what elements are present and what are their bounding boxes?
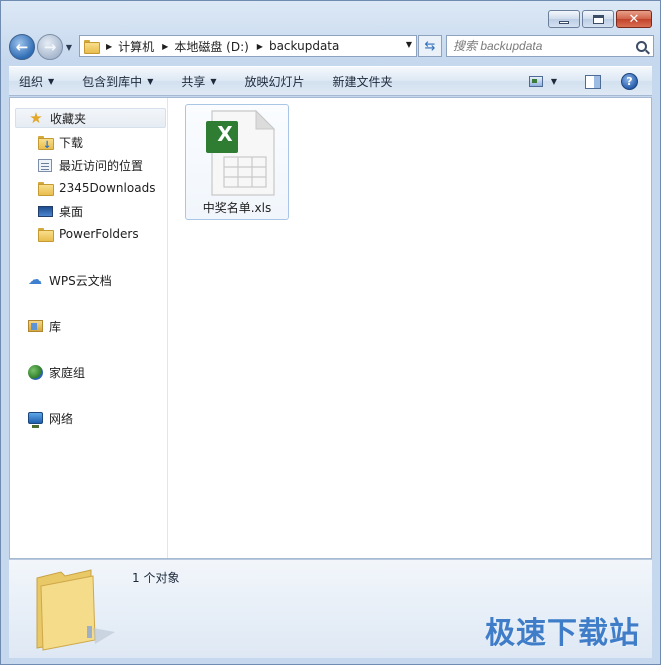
library-icon [27,318,43,334]
search-input[interactable] [453,39,636,53]
view-options-chevron-icon[interactable]: ▼ [551,77,557,86]
address-dropdown-icon[interactable]: ▼ [406,40,412,49]
sidebar-item-label: 2345Downloads [59,181,156,195]
breadcrumb-computer[interactable]: 计算机 [118,38,154,55]
desktop-icon [37,203,53,219]
close-button[interactable]: ✕ [616,10,652,28]
back-arrow-icon: ← [15,37,29,56]
change-view-icon[interactable] [528,76,543,87]
command-toolbar: 组织 ▼ 包含到库中 ▼ 共享 ▼ 放映幻灯片 新建文件夹 ▼ ? [9,66,652,96]
refresh-button[interactable]: ⇆ [418,35,442,57]
item-count: 1 个对象 [132,571,180,585]
large-folder-icon [36,569,115,651]
maximize-icon [592,14,604,24]
slideshow-button[interactable]: 放映幻灯片 [245,73,305,90]
back-button[interactable]: ← [9,34,35,60]
file-name: 中奖名单.xls [202,201,272,215]
new-folder-button[interactable]: 新建文件夹 [333,73,393,90]
cloud-icon: ☁ [28,272,42,288]
sidebar-item-label: WPS云文档 [49,273,112,288]
close-icon: ✕ [628,11,640,27]
sidebar-item-label: PowerFolders [59,227,139,241]
minimize-icon [559,20,569,24]
address-bar[interactable]: ▶ 计算机 ▶ 本地磁盘 (D:) ▶ backupdata ▼ [79,35,417,57]
maximize-button[interactable] [582,10,614,28]
details-pane: 1 个对象 极速下载站 [9,559,652,658]
download-folder-icon: ↓ [37,134,54,151]
folder-icon [37,180,54,196]
recent-places-icon [37,157,53,173]
watermark-text: 极速下载站 [485,616,640,651]
folder-icon [84,40,100,54]
chevron-down-icon: ▼ [147,76,154,86]
refresh-icon: ⇆ [424,38,436,54]
chevron-down-icon: ▼ [48,76,55,86]
share-menu[interactable]: 共享 ▼ [181,73,216,90]
sidebar-item-label: 收藏夹 [50,111,87,126]
sidebar-item-label: 下载 [59,135,84,150]
folder-icon [37,226,54,242]
sidebar-item-label: 家庭组 [49,365,86,380]
sidebar-item-label: 网络 [49,411,74,426]
recent-pages-dropdown[interactable]: ▼ [64,37,74,57]
star-icon: ★ [29,108,43,127]
organize-label: 组织 [19,74,44,89]
share-label: 共享 [181,74,206,89]
breadcrumb-separator-icon[interactable]: ▶ [106,42,112,51]
search-box[interactable] [446,35,654,57]
sidebar-item-2345downloads[interactable]: 2345Downloads [37,178,155,198]
network-icon [27,410,43,428]
breadcrumb-separator-icon[interactable]: ▶ [257,42,263,51]
breadcrumb-separator-icon[interactable]: ▶ [162,42,168,51]
toolbar-right-group: ▼ ? [528,73,638,90]
navigation-pane: ★ 收藏夹 ↓ 下载 最近访问的位置 2345Downloads 桌面 Powe… [10,98,168,558]
sidebar-item-wps-cloud[interactable]: ☁ WPS云文档 [27,270,112,290]
sidebar-item-homegroup[interactable]: 家庭组 [27,362,85,382]
forward-arrow-icon: → [43,37,57,56]
slideshow-label: 放映幻灯片 [244,74,305,89]
chevron-down-icon: ▼ [210,76,217,86]
window-caption-buttons: ✕ [548,10,652,28]
sidebar-item-label: 库 [49,319,62,334]
breadcrumb-local-disk[interactable]: 本地磁盘 (D:) [174,38,248,55]
sidebar-item-label: 桌面 [59,204,84,219]
sidebar-item-network[interactable]: 网络 [27,408,73,428]
navigation-bar: ← → ▼ ▶ 计算机 ▶ 本地磁盘 (D:) ▶ backupdata ▼ ⇆ [9,33,654,61]
organize-menu[interactable]: 组织 ▼ [19,73,54,90]
minimize-button[interactable] [548,10,580,28]
preview-pane-icon[interactable] [585,74,601,89]
include-in-library-label: 包含到库中 [82,74,143,89]
main-area: ★ 收藏夹 ↓ 下载 最近访问的位置 2345Downloads 桌面 Powe… [9,97,652,559]
sidebar-item-label: 最近访问的位置 [59,158,144,173]
sidebar-item-powerfolders[interactable]: PowerFolders [37,224,139,244]
sidebar-item-desktop[interactable]: 桌面 [37,201,83,221]
forward-button[interactable]: → [37,34,63,60]
explorer-window: ✕ ← → ▼ ▶ 计算机 ▶ 本地磁盘 (D:) ▶ backupdata ▼… [0,0,661,665]
homegroup-icon [27,364,43,380]
include-in-library-menu[interactable]: 包含到库中 ▼ [82,73,153,90]
new-folder-label: 新建文件夹 [332,74,393,89]
file-item[interactable]: X 中奖名单.xls [185,104,289,220]
search-icon[interactable] [636,40,647,52]
chevron-down-icon: ▼ [65,42,73,52]
excel-badge: X [217,122,233,146]
sidebar-item-downloads[interactable]: ↓ 下载 [37,132,83,152]
sidebar-item-favorites[interactable]: ★ 收藏夹 [15,108,166,128]
breadcrumb-backupdata[interactable]: backupdata [269,39,339,53]
sidebar-item-libraries[interactable]: 库 [27,316,61,336]
help-icon[interactable]: ? [621,73,638,90]
file-list: X 中奖名单.xls [169,98,651,558]
sidebar-item-recent-places[interactable]: 最近访问的位置 [37,155,143,175]
